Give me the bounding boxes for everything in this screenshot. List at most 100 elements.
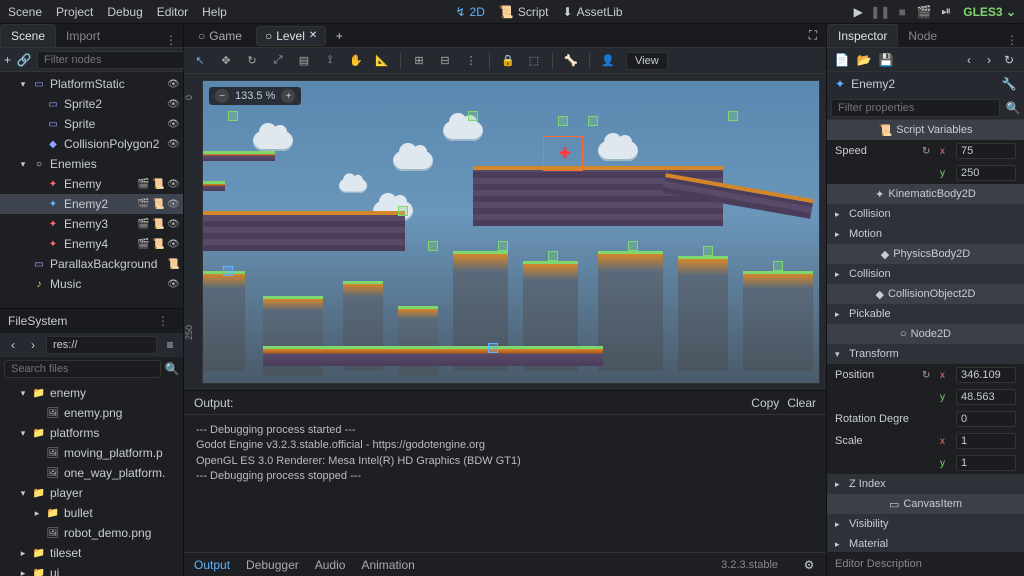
- tool-pan[interactable]: ✋: [348, 53, 364, 69]
- chevron-icon[interactable]: ▾: [18, 388, 28, 399]
- scene-tab-level[interactable]: ○Level✕: [256, 26, 326, 46]
- viewport-2d[interactable]: − 133.5 % +: [202, 80, 820, 384]
- tool-ruler[interactable]: ⟟: [322, 53, 338, 69]
- fs-item-platforms[interactable]: ▾📁platforms: [0, 423, 183, 443]
- zoom-in-button[interactable]: +: [281, 89, 295, 103]
- panel-tab-node[interactable]: Node: [898, 25, 947, 47]
- section-material[interactable]: ▸Material: [827, 534, 1024, 552]
- reset-icon[interactable]: ↻: [922, 146, 934, 157]
- history-back-button[interactable]: ‹: [962, 53, 976, 67]
- load-resource-button[interactable]: 📂: [857, 53, 871, 67]
- class-header-script-variables[interactable]: 📜Script Variables: [827, 120, 1024, 140]
- fs-search-input[interactable]: [4, 360, 161, 378]
- bottom-tab-debugger[interactable]: Debugger: [246, 558, 299, 572]
- tool-snap[interactable]: ⊞: [411, 53, 427, 69]
- row-action-icon[interactable]: 👁: [167, 139, 179, 150]
- inspector-tools-button[interactable]: 🔧: [1002, 77, 1016, 91]
- fs-item-enemy-png[interactable]: 🖼enemy.png: [0, 403, 183, 423]
- zoom-out-button[interactable]: −: [215, 89, 229, 103]
- tool-group[interactable]: ⬚: [526, 53, 542, 69]
- row-action-icon[interactable]: 📜: [152, 179, 164, 190]
- scene-node-sprite[interactable]: ▭Sprite👁: [0, 114, 183, 134]
- scene-node-parallaxbackground[interactable]: ▭ParallaxBackground📜: [0, 254, 183, 274]
- enemy-gizmo[interactable]: [488, 343, 498, 353]
- class-header-node2d[interactable]: ○Node2D: [827, 324, 1024, 344]
- add-scene-button[interactable]: +: [332, 29, 346, 43]
- view-menu-button[interactable]: View: [626, 52, 668, 70]
- section-collision[interactable]: ▸Collision: [827, 264, 1024, 284]
- tool-lock[interactable]: 🔒: [500, 53, 516, 69]
- play-button[interactable]: ▶: [851, 5, 865, 19]
- history-forward-button[interactable]: ›: [982, 53, 996, 67]
- scene-tree[interactable]: ▾▭PlatformStatic👁▭Sprite2👁▭Sprite👁◆Colli…: [0, 72, 183, 308]
- menu-scene[interactable]: Scene: [8, 5, 42, 19]
- tool-rotate[interactable]: ↻: [244, 53, 260, 69]
- history-menu-button[interactable]: ↻: [1002, 53, 1016, 67]
- bottom-tab-output[interactable]: Output: [194, 558, 230, 572]
- scene-node-sprite2[interactable]: ▭Sprite2👁: [0, 94, 183, 114]
- section-collision[interactable]: ▸Collision: [827, 204, 1024, 224]
- tool-move[interactable]: ✥: [218, 53, 234, 69]
- bottom-tab-animation[interactable]: Animation: [361, 558, 414, 572]
- output-clear-button[interactable]: Clear: [787, 396, 816, 410]
- menu-project[interactable]: Project: [56, 5, 93, 19]
- property-value-input[interactable]: 346.109: [956, 367, 1016, 383]
- property-value-input[interactable]: 48.563: [956, 389, 1016, 405]
- fs-item-tileset[interactable]: ▸📁tileset: [0, 543, 183, 563]
- gizmo[interactable]: [498, 241, 508, 251]
- reset-icon[interactable]: ↻: [922, 370, 934, 381]
- scene-node-enemy[interactable]: ✦Enemy🎬📜👁: [0, 174, 183, 194]
- gizmo[interactable]: [398, 206, 408, 216]
- panel-options[interactable]: ⋮: [159, 33, 183, 47]
- section-motion[interactable]: ▸Motion: [827, 224, 1024, 244]
- chevron-icon[interactable]: ▸: [18, 568, 28, 576]
- gizmo[interactable]: [223, 266, 233, 276]
- row-action-icon[interactable]: 👁: [167, 179, 179, 190]
- workspace-2d[interactable]: ↯2D: [455, 5, 484, 19]
- class-header-physicsbody2d[interactable]: ◆PhysicsBody2D: [827, 244, 1024, 264]
- row-action-icon[interactable]: 🎬: [137, 219, 149, 230]
- scene-node-music[interactable]: ♪Music👁: [0, 274, 183, 294]
- scene-node-enemy3[interactable]: ✦Enemy3🎬📜👁: [0, 214, 183, 234]
- fs-item-ui[interactable]: ▸📁ui: [0, 563, 183, 576]
- fs-item-player[interactable]: ▾📁player: [0, 483, 183, 503]
- menu-editor[interactable]: Editor: [157, 5, 188, 19]
- output-log[interactable]: --- Debugging process started ---Godot E…: [184, 415, 826, 552]
- fs-item-enemy[interactable]: ▾📁enemy: [0, 383, 183, 403]
- play-custom-button[interactable]: ⏯: [939, 5, 953, 19]
- property-value-input[interactable]: 250: [956, 165, 1016, 181]
- menu-help[interactable]: Help: [202, 5, 227, 19]
- stop-button[interactable]: ■: [895, 5, 909, 19]
- fs-item-bullet[interactable]: ▸📁bullet: [0, 503, 183, 523]
- tool-skeleton[interactable]: 👤: [600, 53, 616, 69]
- distraction-free-button[interactable]: ⛶: [806, 29, 820, 43]
- inspector-body[interactable]: 📜Script VariablesSpeed↻x75y250✦Kinematic…: [827, 120, 1024, 552]
- chevron-icon[interactable]: ▸: [18, 548, 28, 559]
- row-action-icon[interactable]: 👁: [167, 219, 179, 230]
- bottom-panel-options[interactable]: ⚙: [802, 558, 816, 572]
- filesystem-options[interactable]: ⋮: [151, 314, 175, 328]
- gizmo[interactable]: [703, 246, 713, 256]
- search-icon[interactable]: 🔍: [165, 362, 179, 376]
- filter-properties-input[interactable]: [831, 99, 1000, 117]
- tool-pointer[interactable]: ↖: [192, 53, 208, 69]
- property-value-input[interactable]: 1: [956, 455, 1016, 471]
- row-action-icon[interactable]: 📜: [152, 239, 164, 250]
- row-action-icon[interactable]: 🎬: [137, 239, 149, 250]
- chevron-icon[interactable]: ▾: [18, 79, 28, 90]
- row-action-icon[interactable]: 📜: [152, 199, 164, 210]
- panel-options[interactable]: ⋮: [1000, 33, 1024, 47]
- fs-item-moving-platform-p[interactable]: 🖼moving_platform.p: [0, 443, 183, 463]
- gizmo[interactable]: [468, 111, 478, 121]
- row-action-icon[interactable]: 🎬: [137, 199, 149, 210]
- fs-back-button[interactable]: ‹: [6, 338, 20, 352]
- scene-node-enemy2[interactable]: ✦Enemy2🎬📜👁: [0, 194, 183, 214]
- panel-tab-inspector[interactable]: Inspector: [827, 24, 898, 47]
- renderer-selector[interactable]: GLES3 ⌄: [963, 5, 1016, 19]
- output-copy-button[interactable]: Copy: [751, 396, 779, 410]
- gizmo[interactable]: [428, 241, 438, 251]
- property-value-input[interactable]: 0: [956, 411, 1016, 427]
- section-visibility[interactable]: ▸Visibility: [827, 514, 1024, 534]
- tool-measure[interactable]: 📐: [374, 53, 390, 69]
- fs-view-mode[interactable]: ≡: [163, 338, 177, 352]
